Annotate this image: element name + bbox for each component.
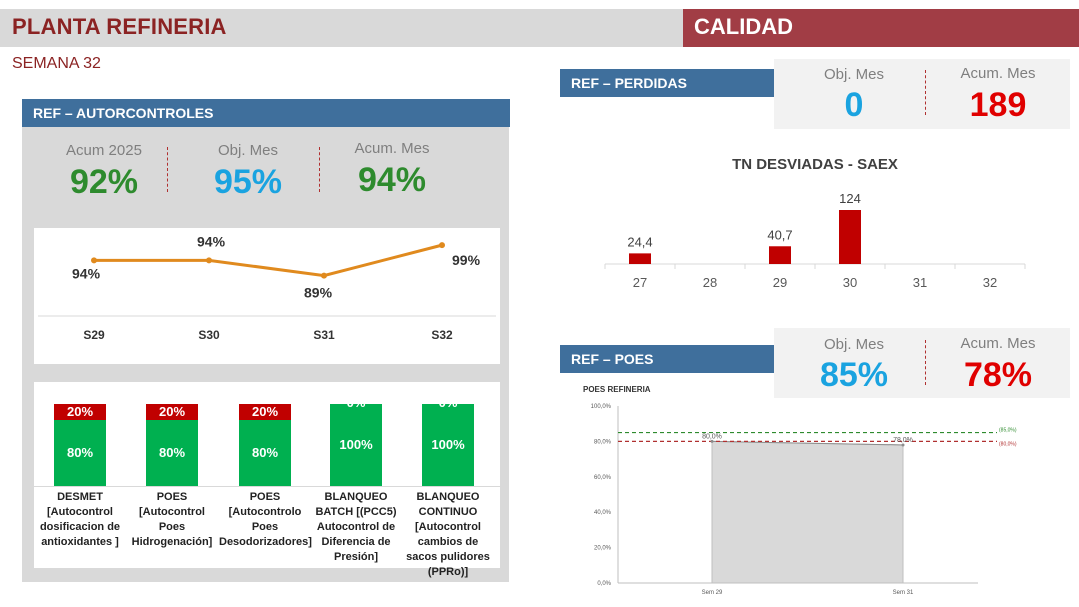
autocontroles-header: REF – AUTORCONTROLES xyxy=(22,99,510,127)
poes-acum-value: 78% xyxy=(963,356,1033,394)
stacked-bar: 20% 80% xyxy=(54,404,106,486)
trend-data-label: 89% xyxy=(304,285,333,301)
trend-series-line xyxy=(94,243,443,278)
poes-header: REF – POES xyxy=(560,345,775,373)
tn-tick-label: 32 xyxy=(983,275,997,290)
stacked-bar: 20% 80% xyxy=(146,404,198,486)
trend-data-label: 94% xyxy=(72,265,101,281)
stacked-bar-red-label: 0% xyxy=(346,395,366,410)
stacked-bar-category-label: BLANQUEO BATCH [(PCC5) Autocontrol de Di… xyxy=(315,491,397,563)
kpi-acummes-value: 94% xyxy=(357,161,427,199)
tn-tick-label: 28 xyxy=(703,275,717,290)
poes-y-tick-label: 20,0% xyxy=(594,546,612,552)
kpi-divider xyxy=(925,70,926,115)
trend-tick-label: S30 xyxy=(198,328,220,342)
tn-chart-title: TN DESVIADAS - SAEX xyxy=(732,156,898,173)
poes-x-tick-label: Sem 31 xyxy=(893,590,914,596)
stacked-bar-category-label: POES [Autocontrolo Poes Desodorizadores] xyxy=(219,491,312,548)
tn-bar xyxy=(629,253,651,264)
stacked-bar: 20% 80% xyxy=(239,404,291,486)
perdidas-obj-value: 0 xyxy=(844,86,864,124)
poes-y-tick-label: 40,0% xyxy=(594,510,612,516)
stacked-bar-category-label: DESMET [Autocontrol dosificacion de anti… xyxy=(39,491,121,548)
tn-tick-label: 27 xyxy=(633,275,647,290)
stacked-axis-line xyxy=(34,486,500,487)
poes-y-tick-label: 60,0% xyxy=(594,475,612,481)
trend-data-label: 94% xyxy=(197,233,226,249)
tn-bar xyxy=(769,246,791,264)
kpi-divider xyxy=(925,340,926,385)
stacked-bar-red-label: 0% xyxy=(438,395,458,410)
stacked-bar-category-label: POES [Autocontrol Poes Hidrogenación] xyxy=(131,491,213,548)
week-label: SEMANA 32 xyxy=(12,55,101,72)
trend-tick-label: S31 xyxy=(313,328,335,342)
tn-data-label: 40,7 xyxy=(767,227,792,242)
tn-data-label: 24,4 xyxy=(627,234,652,249)
poes-chart-title: POES REFINERIA xyxy=(583,385,651,394)
poes-obj-label: Obj. Mes xyxy=(823,336,884,353)
perdidas-acum-value: 189 xyxy=(969,86,1027,124)
poes-y-tick-label: 100,0% xyxy=(591,404,612,410)
kpi-obj-value: 95% xyxy=(213,163,283,201)
stacked-bar-red-segment: 20% xyxy=(146,404,198,420)
poes-x-tick-label: Sem 29 xyxy=(702,590,723,596)
poes-acum-label: Acum. Mes xyxy=(960,335,1036,352)
poes-data-label: 80,0% xyxy=(702,433,722,440)
stacked-bar-green-segment: 80% xyxy=(54,420,106,486)
stacked-bar-category-label: BLANQUEO CONTINUO [Autocontrol cambios d… xyxy=(406,491,490,578)
trend-tick-label: S29 xyxy=(83,328,105,342)
poes-area xyxy=(711,440,904,584)
trend-tick-label: S32 xyxy=(431,328,453,342)
kpi-acum2025-label: Acum 2025 xyxy=(66,142,142,159)
section-title: CALIDAD xyxy=(694,14,793,39)
stacked-bar-green-segment: 100% 0% xyxy=(330,396,382,486)
perdidas-obj-label: Obj. Mes xyxy=(823,66,884,83)
page-title: PLANTA REFINERIA xyxy=(12,14,227,39)
trend-chart-box: 94% S29 94% S30 89% S31 99% S32 xyxy=(34,228,500,364)
stacked-bar-green-segment: 100% 0% xyxy=(422,396,474,486)
stacked-bar-green-segment: 80% xyxy=(146,420,198,486)
tn-bar-chart: 24,4 27 28 40,7 29 124 30 31 32 xyxy=(604,191,1026,290)
kpi-divider xyxy=(319,147,320,192)
tn-data-label: 124 xyxy=(839,191,861,206)
poes-target-label: (85,0%) xyxy=(999,428,1017,434)
stacked-chart-box: 20% 80% DESMET [Autocontrol dosificacion d… xyxy=(34,382,500,578)
kpi-acummes-label: Acum. Mes xyxy=(354,140,430,157)
stacked-bar-red-segment: 20% xyxy=(54,404,106,420)
poes-area-chart: 0,0% 20,0% 40,0% 60,0% 80,0% 100,0% (85,0%) (80… xyxy=(591,404,1017,596)
poes-y-tick-label: 0,0% xyxy=(597,581,611,587)
poes-data-label: 78,0% xyxy=(893,437,913,444)
tn-bar xyxy=(839,210,861,264)
kpi-acum2025-value: 92% xyxy=(69,163,139,201)
perdidas-acum-label: Acum. Mes xyxy=(960,65,1036,82)
trend-point xyxy=(439,242,445,249)
tn-tick-label: 30 xyxy=(843,275,857,290)
stacked-bar: 100% 0% xyxy=(422,396,474,486)
perdidas-header: REF – PERDIDAS xyxy=(560,69,775,97)
trend-point xyxy=(91,257,97,264)
tn-tick-label: 31 xyxy=(913,275,927,290)
poes-obj-value: 85% xyxy=(819,356,889,394)
tn-tick-label: 29 xyxy=(773,275,787,290)
trend-data-label: 99% xyxy=(452,252,481,268)
stacked-bar-red-segment: 20% xyxy=(239,404,291,420)
trend-point xyxy=(321,272,327,279)
kpi-obj-label: Obj. Mes xyxy=(217,142,278,159)
stacked-bar: 100% 0% xyxy=(330,396,382,486)
poes-min-label: (80,0%) xyxy=(999,441,1017,447)
poes-y-tick-label: 80,0% xyxy=(594,439,612,445)
trend-line-chart: 94% S29 94% S30 89% S31 99% S32 xyxy=(38,233,496,342)
stacked-bar-green-segment: 80% xyxy=(239,420,291,486)
trend-point xyxy=(206,257,212,264)
kpi-divider xyxy=(167,147,168,192)
